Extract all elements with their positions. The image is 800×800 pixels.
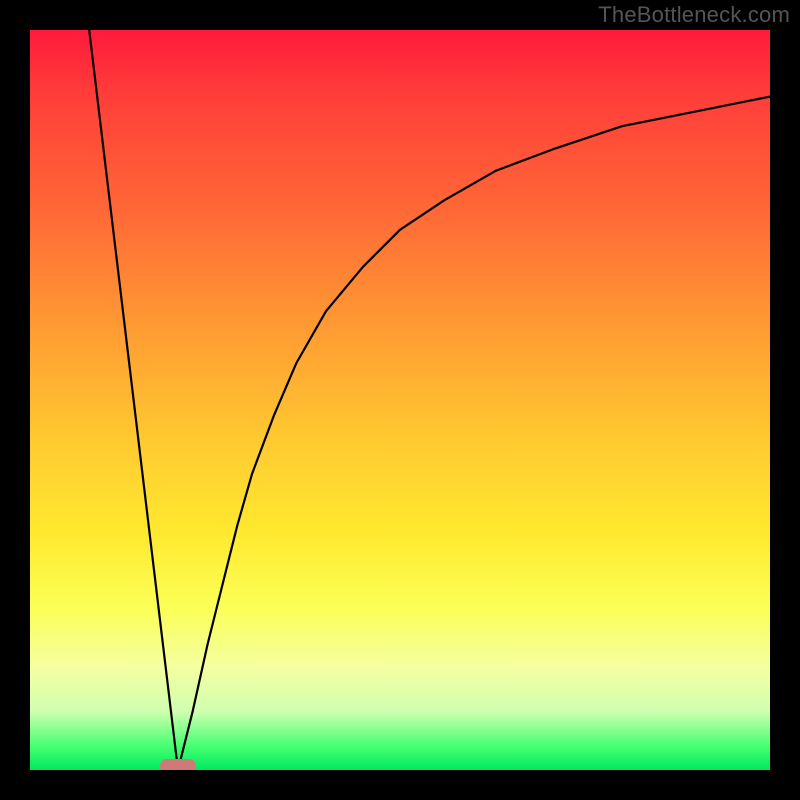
watermark-text: TheBottleneck.com	[598, 2, 790, 28]
optimal-marker	[160, 759, 196, 770]
plot-area	[30, 30, 770, 770]
curve-layer	[30, 30, 770, 770]
chart-frame: TheBottleneck.com	[0, 0, 800, 800]
bottleneck-curve	[89, 30, 770, 770]
